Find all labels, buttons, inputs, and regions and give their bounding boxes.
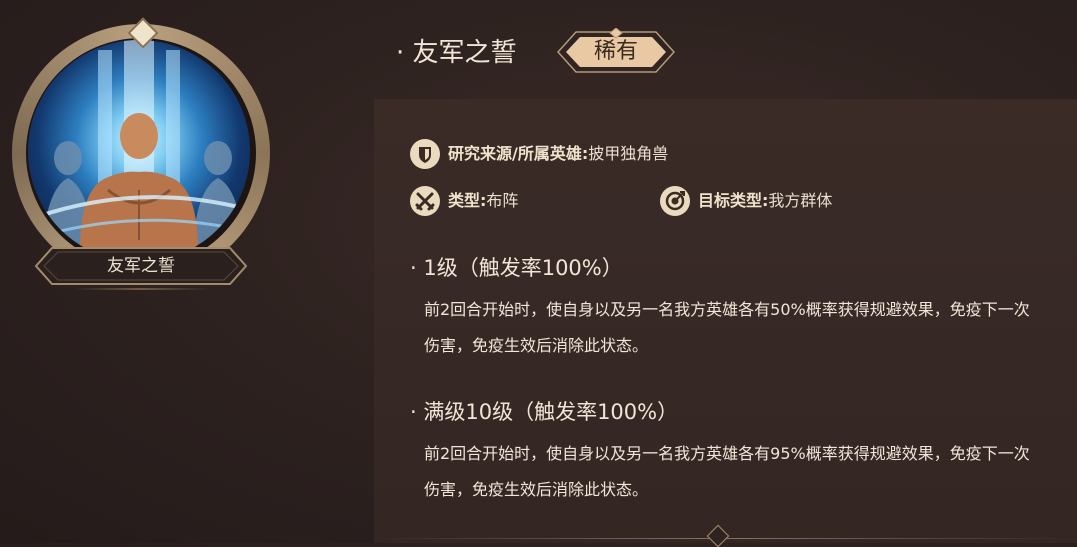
level-max-description: 前2回合开始时，使自身以及另一名我方英雄各有95%概率获得规避效果，免疫下一次伤… bbox=[424, 444, 1030, 499]
info-source: 研究来源/所属英雄:披甲独角兽 bbox=[410, 139, 668, 169]
type-label: 类型: bbox=[448, 191, 487, 210]
skill-art-image bbox=[28, 40, 250, 262]
source-value: 披甲独角兽 bbox=[588, 144, 669, 163]
portrait-nameplate: 友军之誓 bbox=[34, 246, 248, 286]
rarity-label: 稀有 bbox=[593, 39, 638, 64]
source-label: 研究来源/所属英雄: bbox=[448, 144, 589, 163]
target-value: 我方群体 bbox=[768, 191, 833, 210]
level-1-title: · 1级（触发率100%） bbox=[410, 256, 623, 280]
skill-portrait: 友军之誓 bbox=[10, 17, 272, 297]
target-icon bbox=[660, 186, 690, 216]
portrait-name-label: 友军之誓 bbox=[107, 256, 175, 276]
skill-title: · 友军之誓 bbox=[396, 38, 517, 68]
info-target: 目标类型:我方群体 bbox=[660, 186, 832, 216]
type-value: 布阵 bbox=[486, 191, 519, 210]
target-label: 目标类型: bbox=[698, 191, 769, 210]
level-1-description: 前2回合开始时，使自身以及另一名我方英雄各有50%概率获得规避效果，免疫下一次伤… bbox=[424, 300, 1030, 355]
rarity-badge: 稀有 bbox=[554, 28, 678, 76]
crossed-swords-icon bbox=[410, 186, 440, 216]
info-type: 类型:布阵 bbox=[410, 186, 518, 216]
level-max-title: · 满级10级（触发率100%） bbox=[410, 400, 679, 424]
nameplate-divider bbox=[72, 288, 210, 290]
shield-icon bbox=[410, 139, 440, 169]
